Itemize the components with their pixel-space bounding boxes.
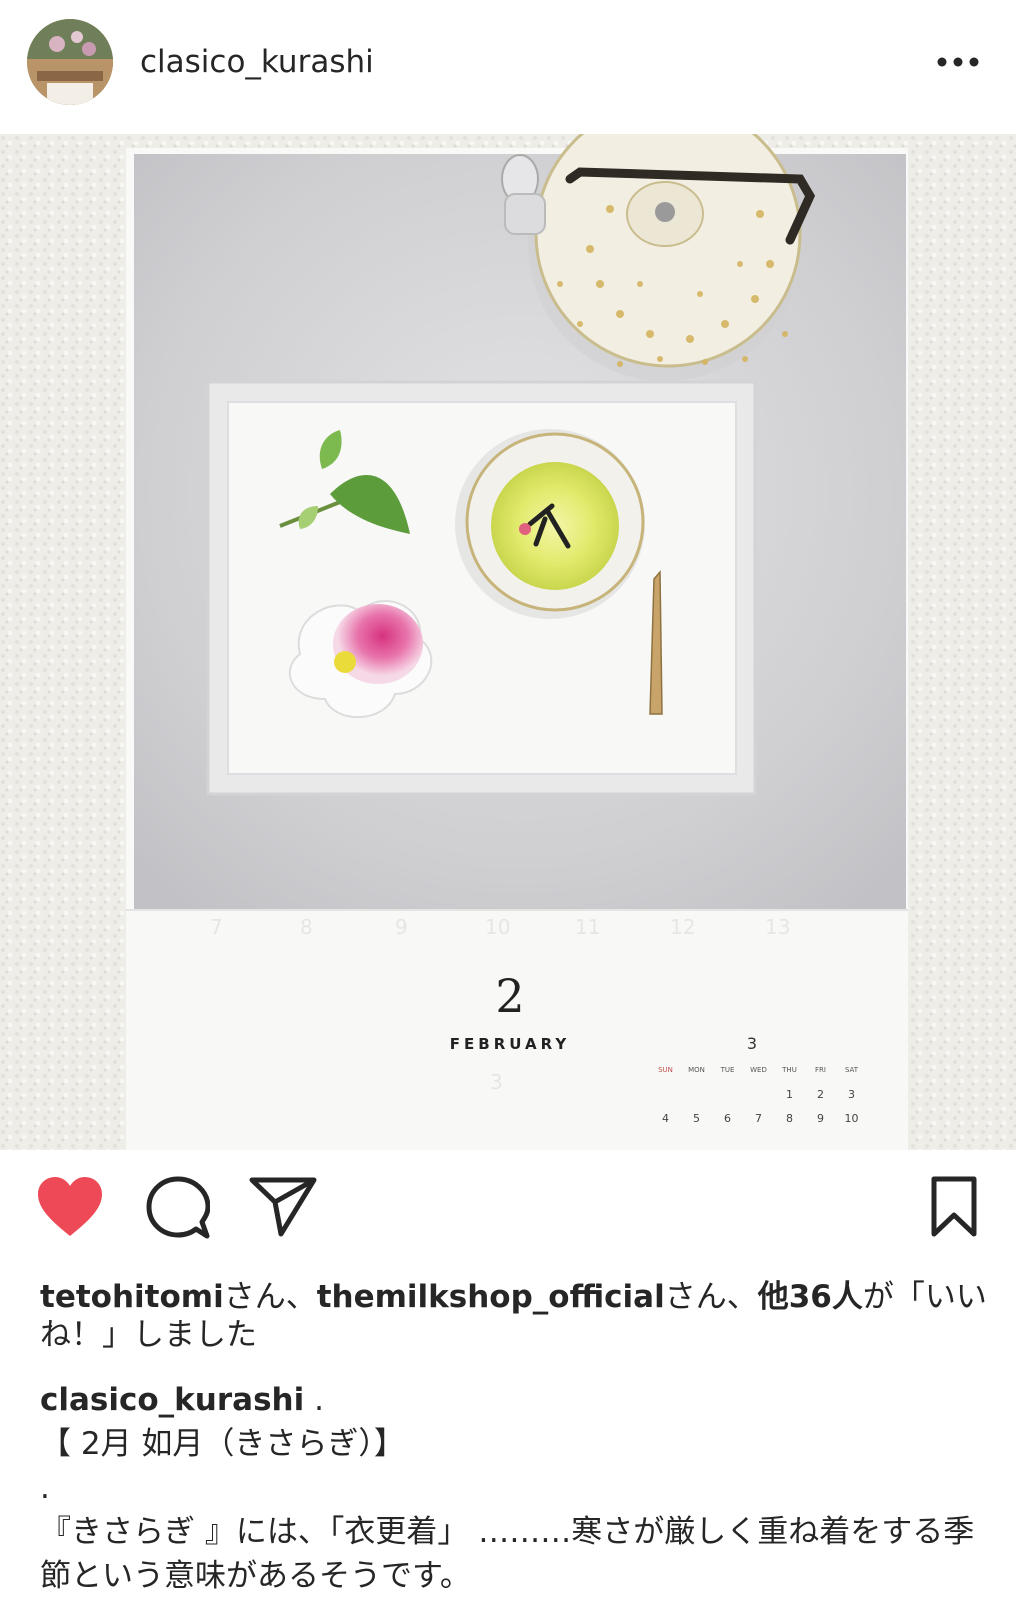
mini-day: 6 [724,1112,731,1125]
calendar-month-number: 2 [495,969,525,1023]
send-icon[interactable] [249,1176,317,1238]
mini-day: 8 [786,1112,793,1125]
calendar-month-name: FEBRUARY [449,1035,571,1053]
svg-text:8: 8 [300,915,313,939]
heart-filled-icon[interactable] [36,1176,104,1238]
likes-others-count[interactable]: 他36人 [758,1279,863,1315]
mini-day [712,1088,743,1104]
action-bar [0,1150,1016,1256]
avatar[interactable] [27,19,113,105]
mini-weekday: SUN [658,1066,673,1074]
mini-day: 1 [786,1088,793,1101]
liker-username[interactable]: tetohitomi [40,1279,224,1315]
bookmark-icon[interactable] [930,1176,978,1238]
more-horizontal-icon[interactable] [935,50,981,74]
caption-line: 【 2月 如月（きさらぎ）】 [40,1426,405,1462]
mini-weekday: TUE [720,1066,735,1074]
mini-weekday: FRI [815,1066,826,1074]
svg-text:11: 11 [575,915,600,939]
caption-first-line: clasico_kurashi . [40,1378,990,1422]
mini-weekday: MON [688,1066,705,1074]
liker-username[interactable]: themilkshop_official [317,1279,665,1315]
comment-icon[interactable] [146,1176,210,1240]
post-header: clasico_kurashi [0,0,1016,134]
mini-calendar: SUN MON TUE WED THU FRI SAT 1 2 3 4 5 6 … [650,1066,872,1128]
mini-weekday: THU [782,1066,797,1074]
mini-day: 4 [662,1112,669,1125]
post-caption: clasico_kurashi . 【 2月 如月（きさらぎ）】 . 『きさらぎ… [40,1378,990,1598]
caption-line: . [40,1470,50,1506]
svg-text:13: 13 [765,915,790,939]
svg-text:10: 10 [485,915,510,939]
mini-weekday: WED [750,1066,767,1074]
avatar-photo-icon [27,19,113,105]
mini-day: 5 [693,1112,700,1125]
mini-weekday: SAT [844,1066,859,1074]
mini-day [743,1088,774,1104]
caption-line: 『きさらぎ 』には、「衣更着」 ………寒さが厳しく重ね着をする季節という意味があ… [40,1514,975,1594]
svg-text:3: 3 [490,1070,503,1094]
svg-text:12: 12 [670,915,695,939]
mini-day: 7 [755,1112,762,1125]
mini-day: 3 [848,1088,855,1101]
caption-username[interactable]: clasico_kurashi [40,1382,304,1418]
post-username[interactable]: clasico_kurashi [140,40,374,84]
likes-separator: さん、 [223,1279,317,1315]
mini-day: 9 [817,1112,824,1125]
svg-text:9: 9 [395,915,408,939]
mini-day [650,1088,681,1104]
caption-text: . [304,1382,324,1418]
svg-text:7: 7 [210,915,223,939]
likes-separator: さん、 [664,1279,758,1315]
mini-calendar-month: 3 [746,1034,758,1053]
likes-summary[interactable]: tetohitomiさん、themilkshop_officialさん、他36人… [40,1278,990,1354]
mini-day [681,1088,712,1104]
mini-day: 10 [844,1112,859,1125]
mini-day: 2 [817,1088,824,1101]
post-photo[interactable]: 789 10 11 12 13 3 2 FEBRUARY 3 SUN MON TUE … [0,134,1016,1150]
